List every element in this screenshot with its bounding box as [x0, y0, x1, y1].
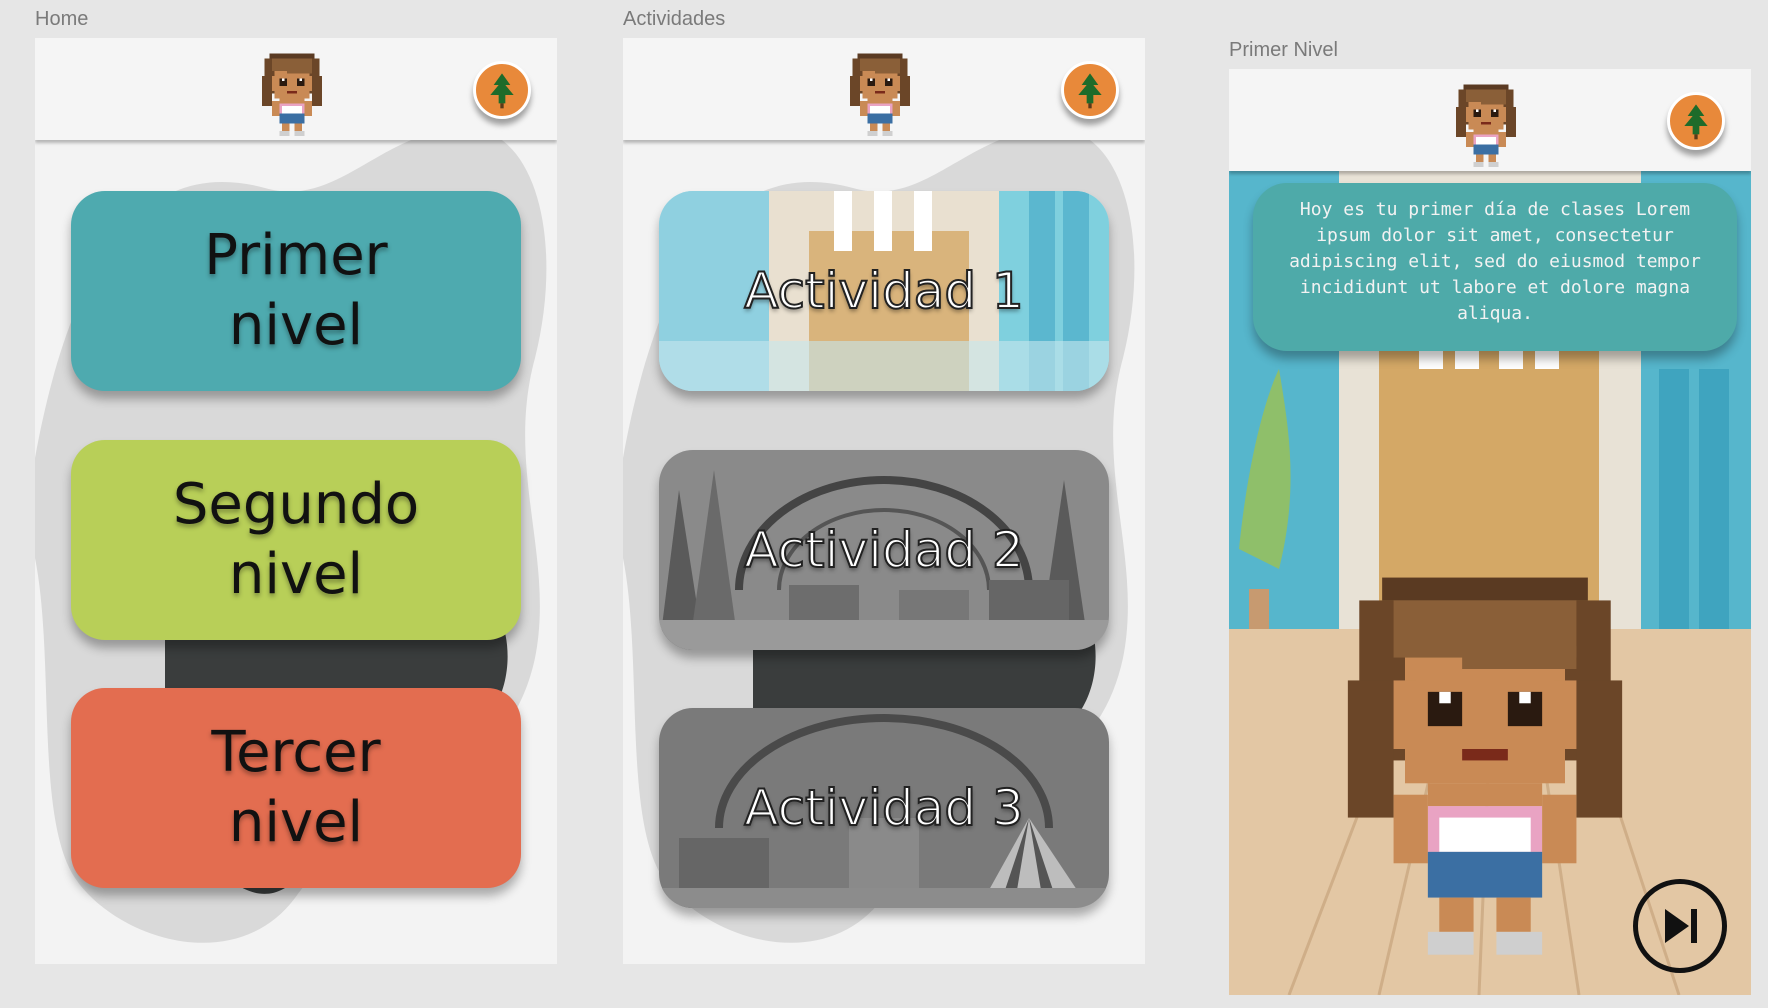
- primer-nivel-line2: nivel: [228, 293, 364, 358]
- actividad-1-button[interactable]: Actividad 1: [659, 191, 1109, 391]
- segundo-nivel-button[interactable]: Segundo nivel: [71, 440, 521, 640]
- skip-next-icon: [1665, 909, 1697, 943]
- tree-badge-icon[interactable]: [1061, 61, 1119, 119]
- segundo-nivel-line2: nivel: [228, 542, 364, 607]
- actividades-topbar: [623, 38, 1145, 140]
- primer-nivel-line1: Primer: [204, 223, 388, 288]
- actividad-3-label: Actividad 3: [743, 778, 1025, 838]
- primer-nivel-screen: Hoy es tu primer día de clases Lorem ips…: [1229, 69, 1751, 995]
- tercer-nivel-button[interactable]: Tercer nivel: [71, 688, 521, 888]
- actividades-screen: Actividad 1 Actividad 2 Actividad 3: [623, 38, 1145, 964]
- frame-label-primer-nivel: Primer Nivel: [1229, 39, 1338, 61]
- frame-label-home: Home: [35, 8, 89, 30]
- girl-character: [1325, 539, 1645, 959]
- primer-nivel-button[interactable]: Primer nivel: [71, 191, 521, 391]
- frame-label-actividades: Actividades: [623, 8, 726, 30]
- girl-avatar-icon: [257, 46, 327, 136]
- home-topbar: [35, 38, 557, 140]
- actividad-2-button[interactable]: Actividad 2: [659, 450, 1109, 650]
- tree-badge-icon[interactable]: [1667, 92, 1725, 150]
- tree-badge-icon[interactable]: [473, 61, 531, 119]
- segundo-nivel-line1: Segundo: [172, 472, 420, 537]
- home-screen: Primer nivel Segundo nivel Tercer nivel: [35, 38, 557, 964]
- girl-avatar-icon: [845, 46, 915, 136]
- tercer-nivel-line2: nivel: [228, 790, 364, 855]
- dialog-bubble: Hoy es tu primer día de clases Lorem ips…: [1253, 183, 1737, 351]
- actividad-2-label: Actividad 2: [743, 520, 1025, 580]
- dialog-text: Hoy es tu primer día de clases Lorem ips…: [1289, 199, 1701, 324]
- girl-avatar-icon: [1451, 77, 1521, 167]
- actividad-1-label: Actividad 1: [743, 261, 1025, 321]
- actividad-3-button[interactable]: Actividad 3: [659, 708, 1109, 908]
- skip-button[interactable]: [1633, 879, 1727, 973]
- tercer-nivel-line1: Tercer: [211, 720, 381, 785]
- primer-nivel-topbar: [1229, 69, 1751, 171]
